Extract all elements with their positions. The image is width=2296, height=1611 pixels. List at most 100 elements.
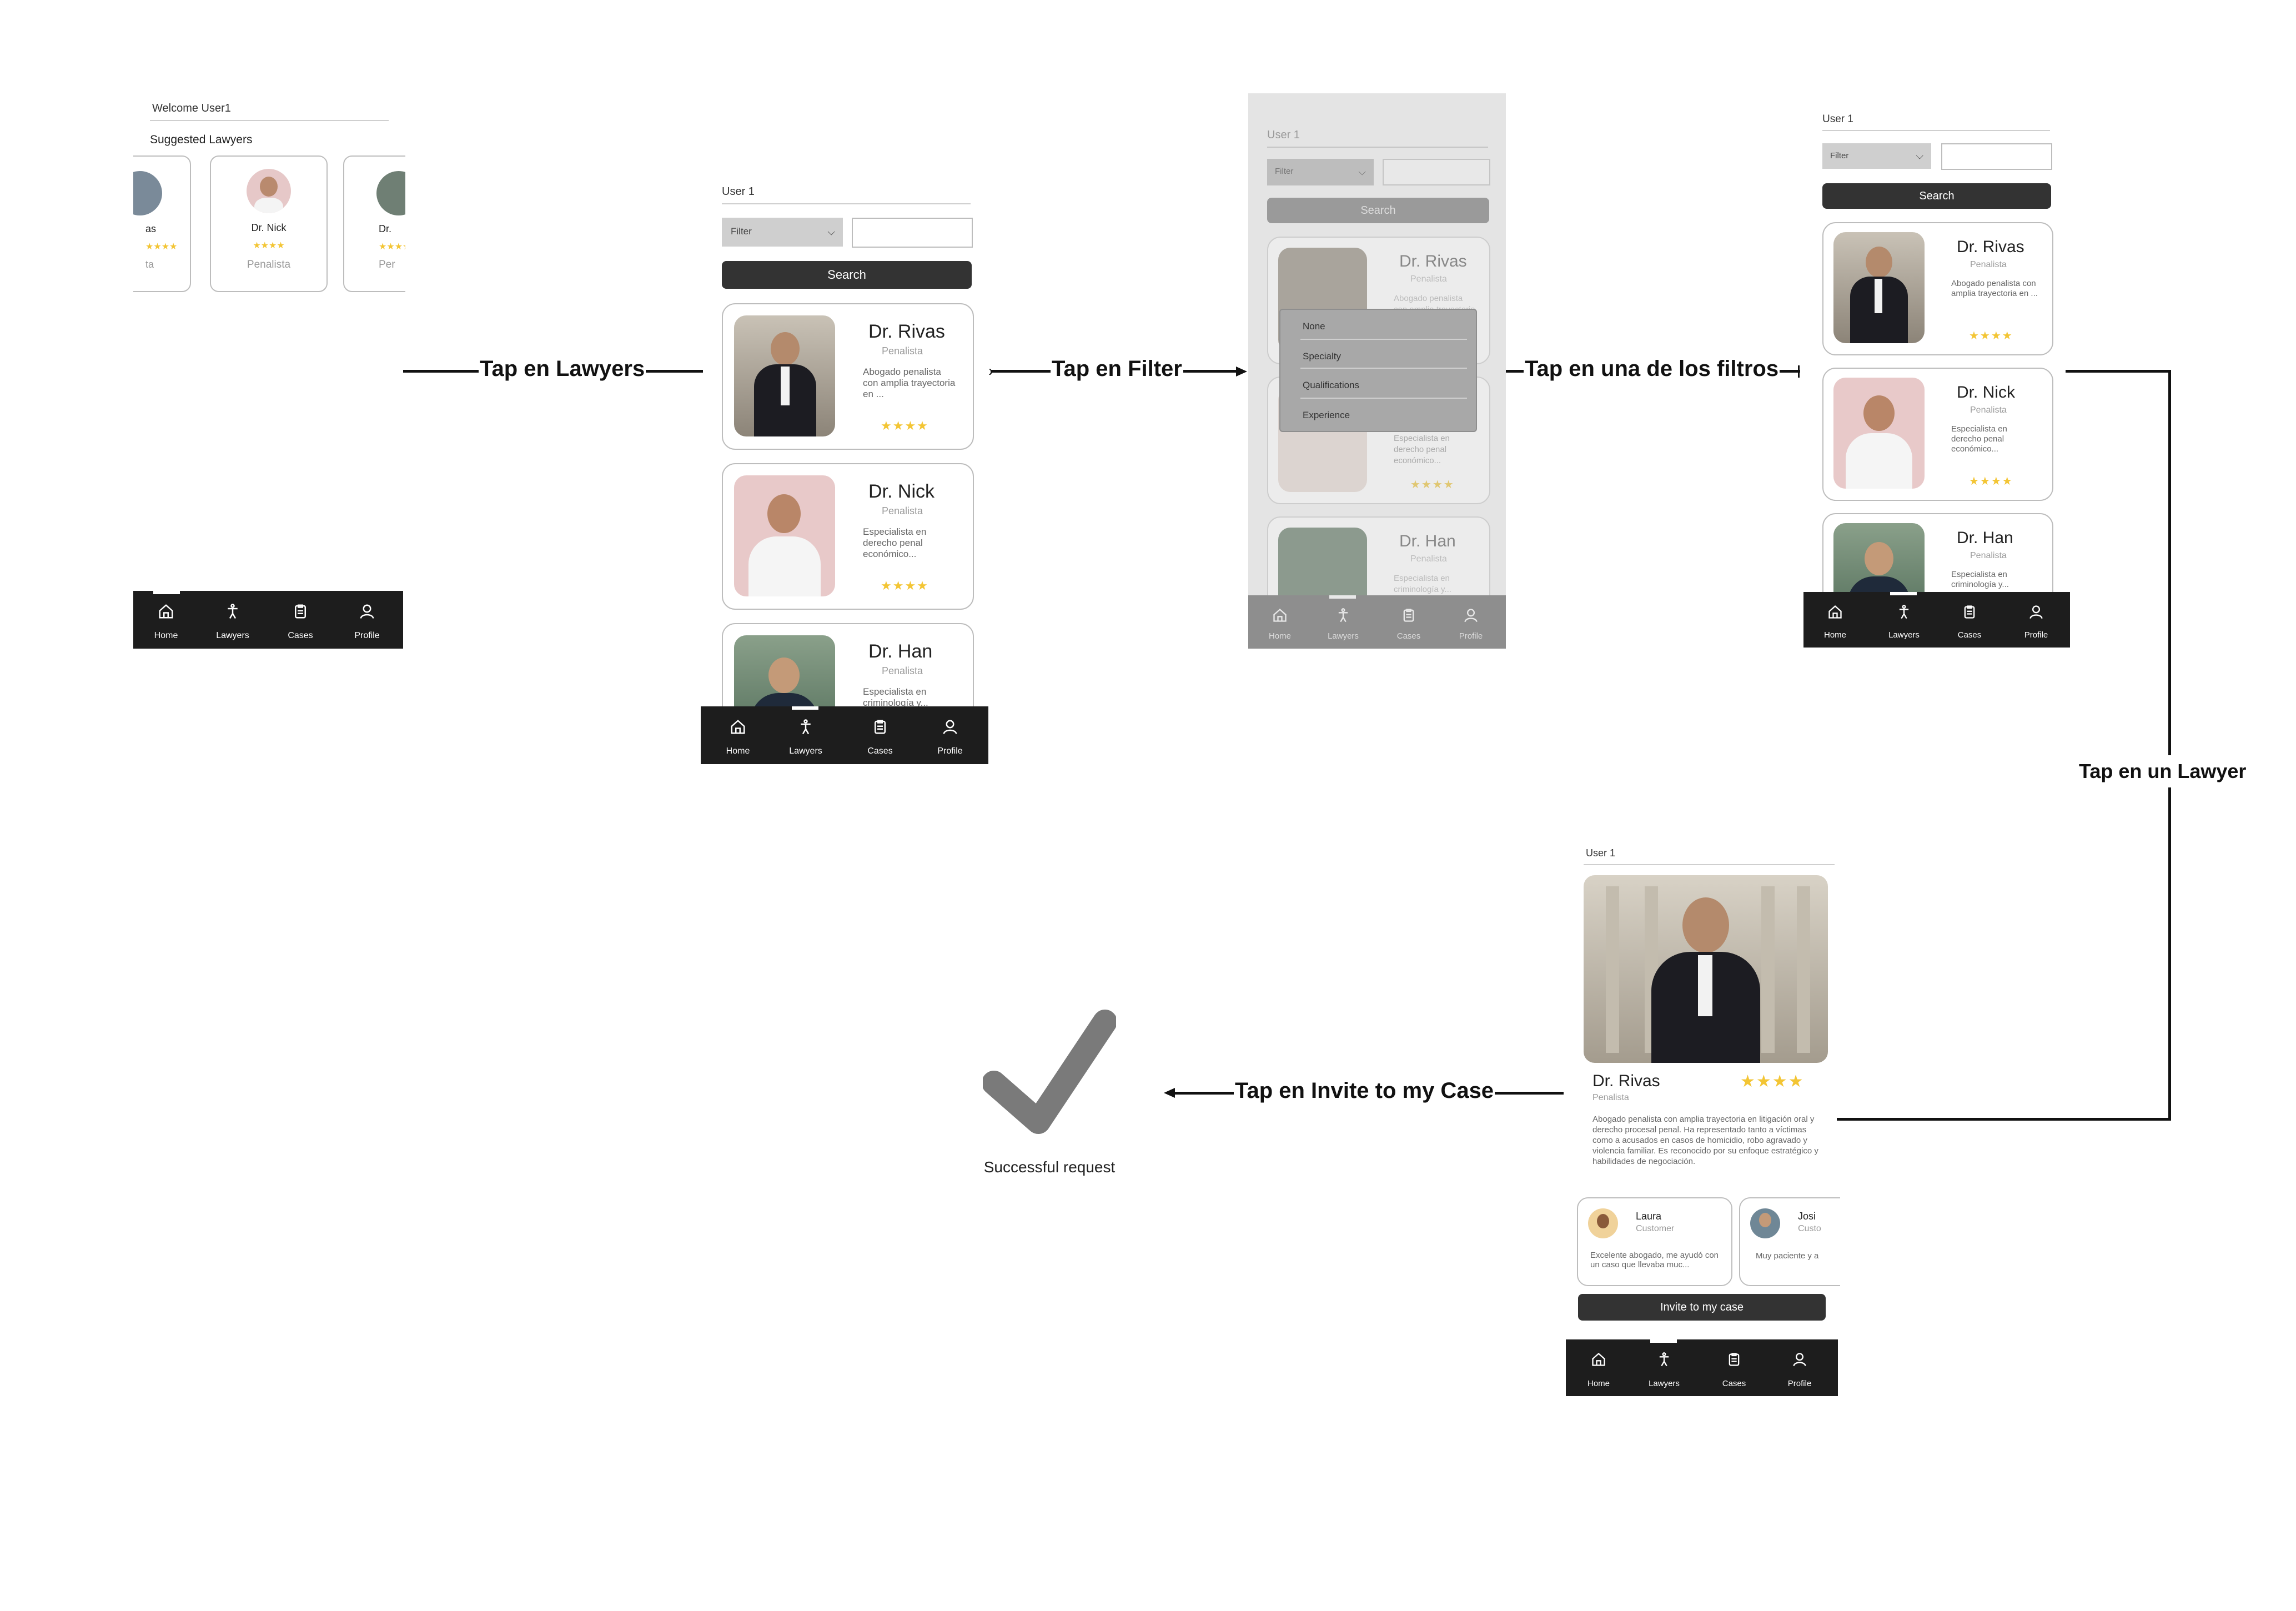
filter-dropdown[interactable]: Filter ⌵ bbox=[722, 218, 843, 247]
nav-cases[interactable]: Cases bbox=[1704, 1339, 1765, 1396]
option-divider bbox=[1300, 368, 1467, 369]
header-divider bbox=[1822, 130, 2050, 131]
invite-to-case-button[interactable]: Invite to my case bbox=[1578, 1294, 1826, 1321]
lawyers-icon bbox=[1659, 1352, 1669, 1367]
nav-lawyers[interactable]: Lawyers bbox=[775, 706, 836, 764]
bottom-nav: Home Lawyers Cases Profile bbox=[701, 706, 988, 764]
lawyer-description: Especialista en derecho penal económico.… bbox=[863, 526, 927, 559]
nav-home-label: Home bbox=[1823, 630, 1846, 640]
arrow-tail-icon: › bbox=[988, 362, 994, 379]
search-input[interactable] bbox=[1383, 159, 1490, 185]
review-card-laura: Laura Customer Excelente abogado, me ayu… bbox=[1577, 1197, 1732, 1286]
lawyer-name: Dr. Rivas bbox=[868, 321, 945, 342]
suggested-lawyers-heading: Suggested Lawyers bbox=[150, 133, 253, 146]
cases-icon bbox=[875, 720, 886, 734]
lawyer-name: Dr. Rivas bbox=[1592, 1072, 1660, 1090]
filter-dropdown[interactable]: Filter ⌵ bbox=[1267, 159, 1374, 185]
avatar bbox=[1588, 1208, 1618, 1238]
avatar bbox=[133, 171, 162, 215]
home-icon bbox=[159, 604, 173, 619]
lawyers-icon bbox=[1338, 608, 1348, 623]
avatar bbox=[376, 171, 405, 215]
nav-home[interactable]: Home bbox=[1805, 592, 1866, 648]
screen-lawyers: User 1 Filter ⌵ Search Dr. Rivas Penalis… bbox=[701, 172, 988, 764]
filter-option-none[interactable]: None bbox=[1303, 321, 1325, 332]
profile-icon bbox=[2029, 605, 2043, 619]
filter-options-menu: None Specialty Qualifications Experience bbox=[1279, 309, 1477, 432]
nav-profile[interactable]: Profile bbox=[2006, 592, 2067, 648]
welcome-text: Welcome User1 bbox=[152, 102, 231, 114]
suggested-card-nick[interactable]: Dr. Nick ★★★★ Penalista bbox=[210, 155, 328, 292]
lawyer-name: Dr. Rivas bbox=[1399, 252, 1467, 270]
nav-profile[interactable]: Profile bbox=[1440, 595, 1501, 649]
lawyer-description: Abogado penalista con amplia trayectoria… bbox=[863, 367, 956, 399]
screen-home: Welcome User1 Suggested Lawyers as ★★★★ … bbox=[133, 89, 405, 650]
home-icon bbox=[731, 720, 745, 734]
lawyer-specialty: Penalista bbox=[1592, 1093, 1629, 1102]
lawyer-specialty: Penalista bbox=[882, 345, 923, 357]
lawyer-specialty: Penalista bbox=[1410, 274, 1447, 284]
filter-dropdown[interactable]: Filter ⌵ bbox=[1822, 143, 1931, 169]
lawyer-specialty: Penalista bbox=[247, 259, 291, 270]
filter-option-qualifications[interactable]: Qualifications bbox=[1303, 380, 1359, 391]
nav-lawyers[interactable]: Lawyers bbox=[1634, 1339, 1695, 1396]
filter-option-specialty[interactable]: Specialty bbox=[1303, 351, 1341, 362]
lawyer-card-rivas[interactable]: Dr. Rivas Penalista Abogado penalista co… bbox=[722, 303, 974, 450]
nav-cases[interactable]: Cases bbox=[1939, 592, 2000, 648]
cases-icon bbox=[1403, 609, 1414, 622]
nav-lawyers[interactable]: Lawyers bbox=[1313, 595, 1374, 649]
home-icon bbox=[1592, 1352, 1605, 1366]
nav-lawyers-label: Lawyers bbox=[1888, 630, 1920, 640]
rating-stars: ★★★★ bbox=[253, 241, 285, 250]
nav-lawyers[interactable]: Lawyers bbox=[202, 591, 263, 649]
avatar bbox=[247, 169, 291, 213]
lawyer-name: Dr. Rivas bbox=[1957, 238, 2024, 256]
nav-home[interactable]: Home bbox=[707, 706, 768, 764]
nav-lawyers[interactable]: Lawyers bbox=[1873, 592, 1935, 648]
cases-icon bbox=[1964, 605, 1975, 619]
nav-profile[interactable]: Profile bbox=[920, 706, 981, 764]
lawyer-name: as bbox=[145, 223, 157, 234]
reviewer-name: Laura bbox=[1636, 1211, 1662, 1222]
lawyer-card-nick[interactable]: Dr. Nick Penalista Especialista en derec… bbox=[1822, 368, 2053, 501]
lawyer-name: Dr. Nick bbox=[251, 222, 287, 233]
header-divider bbox=[722, 203, 971, 204]
nav-home[interactable]: Home bbox=[1249, 595, 1310, 649]
search-button[interactable]: Search bbox=[1267, 198, 1489, 223]
suggested-card-left[interactable]: as ★★★★ ta bbox=[133, 155, 191, 292]
nav-cases[interactable]: Cases bbox=[270, 591, 331, 649]
filter-label: Filter bbox=[1275, 167, 1294, 176]
lawyer-card-nick[interactable]: Dr. Nick Penalista Especialista en derec… bbox=[722, 463, 974, 610]
reviewer-role: Customer bbox=[1636, 1224, 1675, 1233]
nav-profile[interactable]: Profile bbox=[336, 591, 398, 649]
search-input[interactable] bbox=[1941, 143, 2052, 170]
lawyer-specialty: Penalista bbox=[1410, 554, 1447, 564]
nav-home-label: Home bbox=[1268, 631, 1291, 641]
search-input[interactable] bbox=[852, 218, 973, 248]
reviewer-role: Custo bbox=[1798, 1224, 1821, 1233]
nav-profile[interactable]: Profile bbox=[1769, 1339, 1830, 1396]
user-label: User 1 bbox=[722, 185, 755, 198]
filter-option-experience[interactable]: Experience bbox=[1303, 410, 1350, 421]
lawyers-icon bbox=[1899, 605, 1909, 619]
lawyer-card-rivas[interactable]: Dr. Rivas Penalista Abogado penalista co… bbox=[1822, 222, 2053, 355]
search-button[interactable]: Search bbox=[722, 261, 972, 289]
nav-profile-label: Profile bbox=[354, 631, 380, 640]
review-card-josi: Josi Custo Muy paciente y a bbox=[1739, 1197, 1840, 1286]
cases-icon bbox=[1729, 1353, 1740, 1366]
lawyers-icon bbox=[228, 604, 238, 619]
nav-cases-label: Cases bbox=[288, 631, 313, 640]
lawyer-specialty: Per bbox=[379, 259, 395, 270]
filter-label: Filter bbox=[731, 226, 752, 237]
lawyer-name: Dr. Nick bbox=[868, 481, 935, 502]
reviewer-name: Josi bbox=[1798, 1211, 1816, 1222]
lawyer-photo bbox=[1833, 232, 1925, 343]
nav-home[interactable]: Home bbox=[135, 591, 197, 649]
suggested-card-right[interactable]: Dr. ★★★★ Per bbox=[343, 155, 405, 292]
nav-cases[interactable]: Cases bbox=[1378, 595, 1439, 649]
nav-cases[interactable]: Cases bbox=[850, 706, 911, 764]
search-button[interactable]: Search bbox=[1822, 183, 2051, 209]
rating-stars: ★★★★ bbox=[1740, 1072, 1805, 1091]
review-text: Muy paciente y a bbox=[1756, 1251, 1819, 1261]
nav-home[interactable]: Home bbox=[1568, 1339, 1629, 1396]
